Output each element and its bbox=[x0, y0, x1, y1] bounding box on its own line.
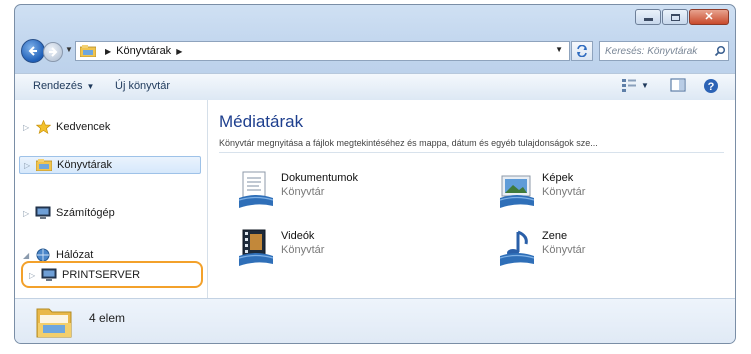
maximize-icon bbox=[670, 13, 680, 21]
minimize-button[interactable] bbox=[635, 9, 661, 25]
library-folder-icon bbox=[36, 158, 52, 172]
organize-label: Rendezés bbox=[33, 80, 83, 92]
nav-label-network: Hálózat bbox=[56, 249, 94, 261]
library-name: Videók bbox=[281, 230, 315, 242]
organize-button[interactable]: Rendezés ▼ bbox=[33, 80, 94, 92]
svg-text:?: ? bbox=[708, 81, 715, 93]
library-type: Könyvtár bbox=[281, 186, 325, 198]
explorer-window: ✕ ▼ ▶ Könyvtárak ▶ ▼ Keresés: Könyvtárak… bbox=[14, 4, 736, 344]
nav-label-favorites: Kedvencek bbox=[56, 121, 111, 133]
address-history-dropdown[interactable]: ▼ bbox=[555, 45, 563, 54]
nav-item-libraries[interactable]: ▷ Könyvtárak bbox=[19, 156, 201, 174]
network-icon bbox=[35, 248, 51, 262]
help-button[interactable]: ? bbox=[703, 78, 719, 94]
breadcrumb-libraries[interactable]: Könyvtárak bbox=[116, 45, 171, 57]
close-icon: ✕ bbox=[704, 10, 714, 23]
library-name: Dokumentumok bbox=[281, 172, 359, 184]
expand-arrow-icon[interactable]: ▷ bbox=[24, 161, 36, 170]
library-name: Képek bbox=[542, 172, 574, 184]
refresh-icon bbox=[577, 45, 587, 57]
page-title: Médiatárak bbox=[219, 112, 304, 131]
library-folder-icon bbox=[36, 308, 72, 338]
nav-item-favorites[interactable]: ▷ Kedvencek bbox=[23, 118, 110, 136]
navigation-pane: ▷ Kedvencek ▷ Könyvtárak ▷ Számítógép ◢ … bbox=[15, 100, 208, 298]
view-options-button[interactable]: ▼ bbox=[621, 78, 649, 92]
help-icon: ? bbox=[704, 79, 718, 93]
back-button[interactable] bbox=[21, 39, 45, 63]
forward-arrow-icon bbox=[49, 47, 58, 57]
recent-pages-dropdown[interactable]: ▼ bbox=[65, 45, 73, 54]
address-bar[interactable]: ▶ Könyvtárak ▶ ▼ bbox=[75, 41, 570, 61]
page-description: Könyvtár megnyitása a fájlok megtekintés… bbox=[219, 138, 598, 148]
chevron-down-icon: ▼ bbox=[641, 80, 649, 90]
library-type: Könyvtár bbox=[542, 244, 586, 256]
breadcrumb-separator[interactable]: ▶ bbox=[176, 47, 182, 56]
search-icon[interactable] bbox=[712, 45, 728, 57]
minimize-icon bbox=[643, 18, 653, 21]
search-placeholder: Keresés: Könyvtárak bbox=[605, 45, 698, 57]
breadcrumb-separator: ▶ bbox=[105, 46, 112, 56]
library-tile-pictures[interactable]: Képek Könyvtár bbox=[498, 170, 585, 210]
new-library-label: Új könyvtár bbox=[115, 80, 171, 92]
address-row: ▼ ▶ Könyvtárak ▶ ▼ Keresés: Könyvtárak bbox=[19, 39, 731, 65]
star-icon bbox=[35, 120, 51, 134]
library-tile-music[interactable]: Zene Könyvtár bbox=[498, 228, 585, 268]
command-bar: Rendezés ▼ Új könyvtár ▼ ? bbox=[15, 73, 735, 101]
chevron-down-icon: ▼ bbox=[86, 82, 95, 91]
refresh-button[interactable] bbox=[571, 41, 593, 61]
expand-arrow-icon[interactable]: ▷ bbox=[23, 123, 35, 132]
library-tile-documents[interactable]: Dokumentumok Könyvtár bbox=[237, 170, 358, 210]
documents-library-icon bbox=[238, 171, 274, 208]
close-button[interactable]: ✕ bbox=[689, 9, 729, 25]
new-library-button[interactable]: Új könyvtár bbox=[115, 80, 170, 92]
main-body: ▷ Kedvencek ▷ Könyvtárak ▷ Számítógép ◢ … bbox=[15, 100, 735, 298]
divider bbox=[219, 152, 724, 153]
library-type: Könyvtár bbox=[281, 244, 325, 256]
caption-buttons: ✕ bbox=[635, 9, 729, 25]
search-input[interactable]: Keresés: Könyvtárak bbox=[599, 41, 729, 61]
nav-item-computer[interactable]: ▷ Számítógép bbox=[23, 204, 115, 222]
nav-label-libraries: Könyvtárak bbox=[57, 159, 113, 171]
preview-pane-button[interactable] bbox=[670, 78, 686, 92]
back-arrow-icon bbox=[28, 46, 37, 56]
library-type: Könyvtár bbox=[542, 186, 586, 198]
maximize-button[interactable] bbox=[662, 9, 688, 25]
library-name: Zene bbox=[542, 230, 568, 242]
library-folder-icon bbox=[80, 45, 96, 57]
forward-button[interactable] bbox=[43, 42, 63, 62]
computer-icon bbox=[35, 206, 51, 220]
details-pane: 4 elem bbox=[15, 298, 735, 343]
expand-arrow-icon[interactable]: ▷ bbox=[23, 209, 35, 218]
content-pane: Médiatárak Könyvtár megnyitása a fájlok … bbox=[215, 100, 730, 298]
nav-label-computer: Számítógép bbox=[56, 207, 115, 219]
item-count: 4 elem bbox=[89, 311, 126, 325]
library-tile-videos[interactable]: Videók Könyvtár bbox=[237, 228, 324, 268]
highlight-marker bbox=[21, 261, 203, 288]
collapse-arrow-icon[interactable]: ◢ bbox=[23, 251, 35, 260]
preview-pane-icon bbox=[670, 78, 686, 92]
pictures-library-icon bbox=[499, 175, 535, 208]
music-library-icon bbox=[499, 230, 535, 266]
view-options-icon bbox=[622, 79, 636, 92]
videos-library-icon bbox=[238, 229, 274, 266]
